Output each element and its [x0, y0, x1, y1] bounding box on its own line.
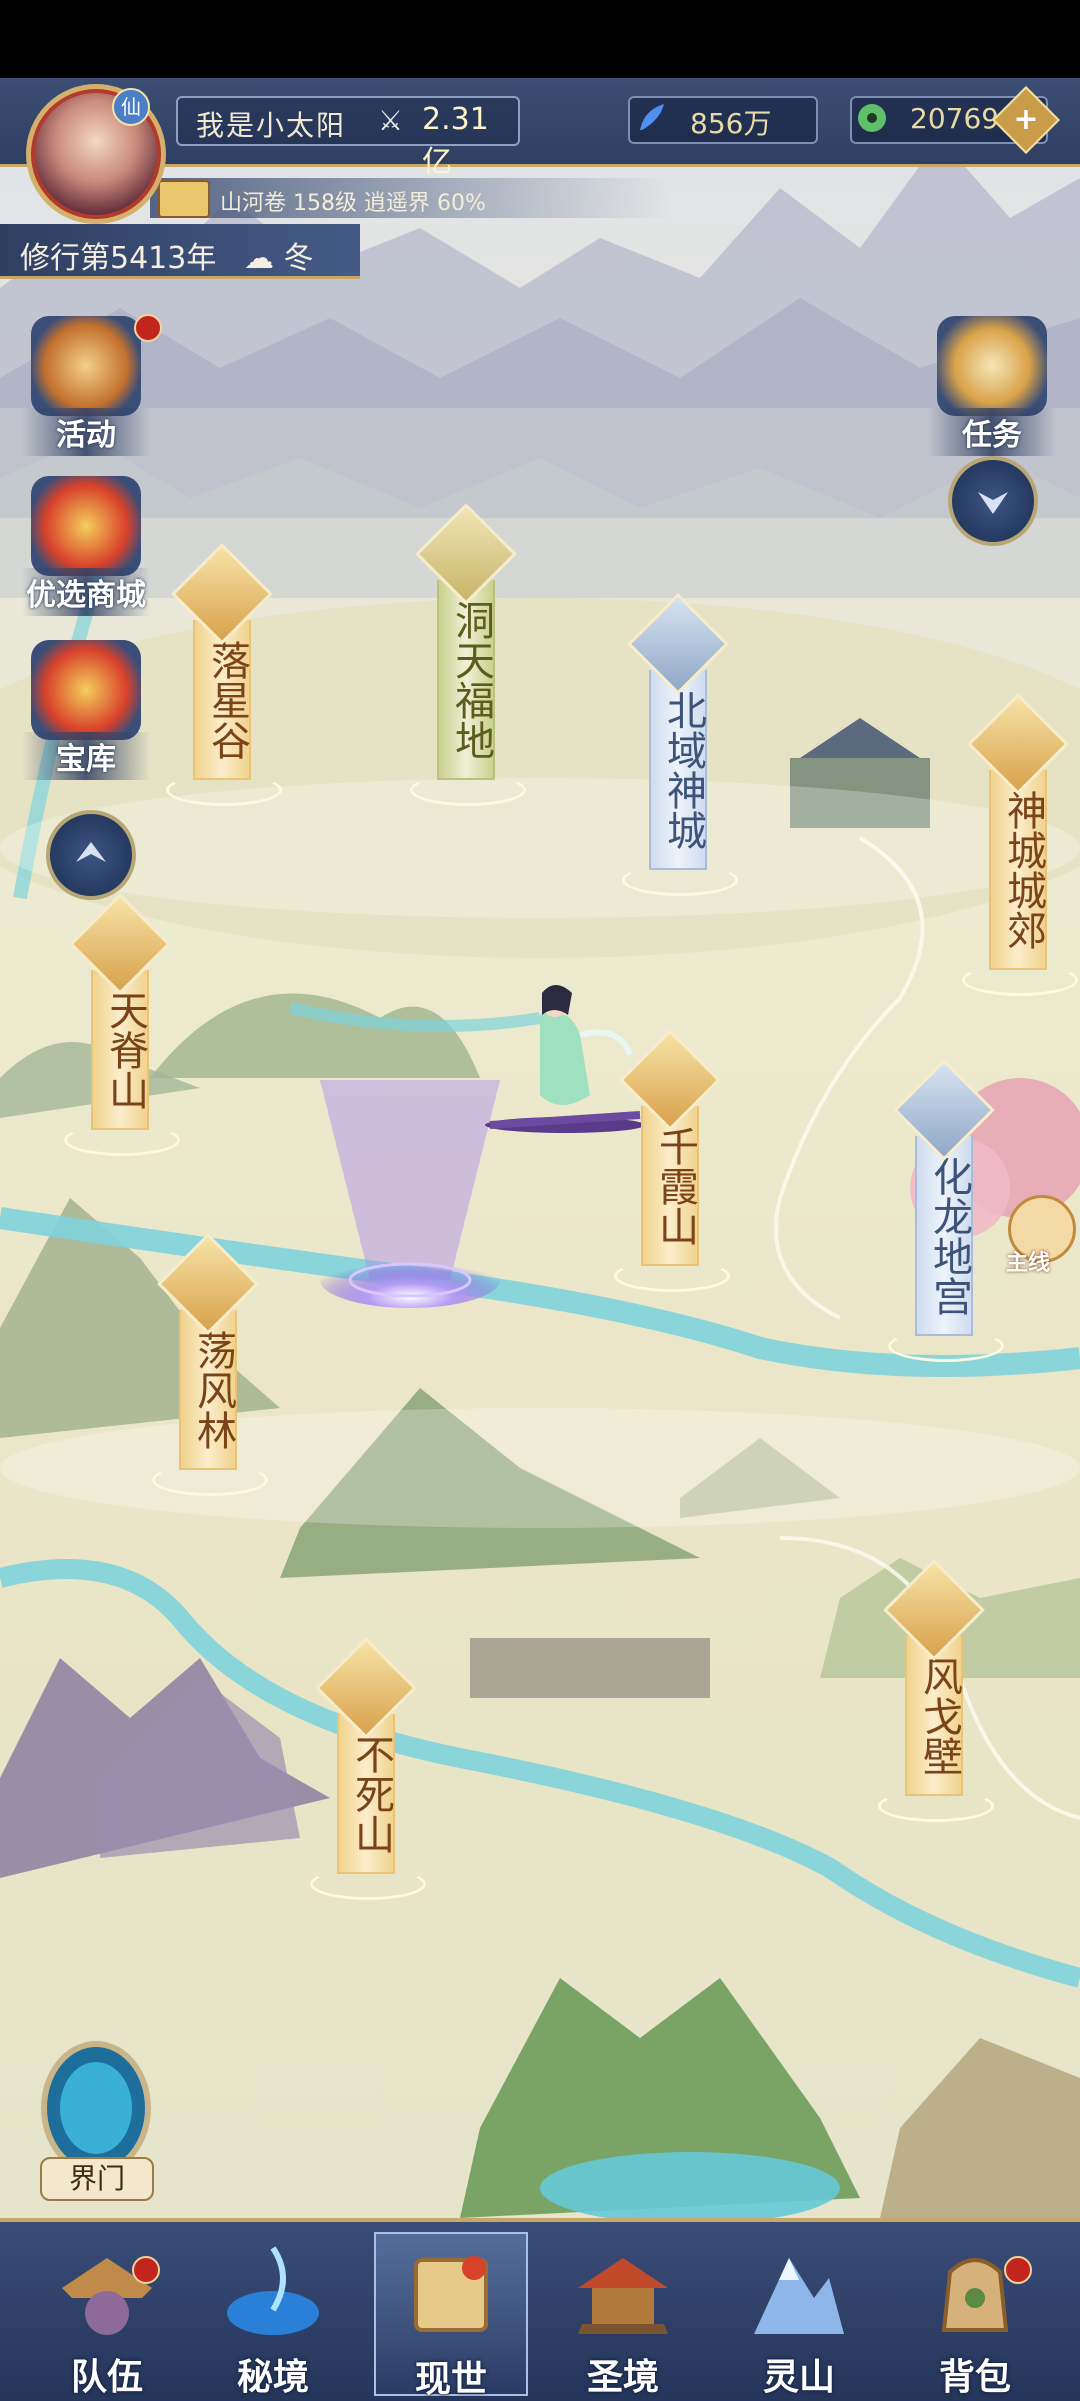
immortal-badge: 仙 [112, 88, 150, 126]
activity-label: 活动 [22, 408, 150, 456]
gift-chest-icon [31, 476, 141, 576]
mainline-quest-marker[interactable]: 主线 [1006, 1195, 1078, 1276]
location-busishan[interactable]: 不死山 [310, 1637, 426, 1900]
nav-world-label: 现世 [414, 2358, 487, 2400]
crossed-swords-icon: ⚔ [378, 104, 404, 137]
location-label: 洞天福地 [437, 580, 495, 780]
cloud-ornament [152, 1464, 268, 1496]
location-hualongdigong[interactable]: 化龙地宫 [888, 1059, 1004, 1362]
location-dangfenglin[interactable]: 荡风林 [152, 1233, 268, 1496]
cloud-ornament [614, 1260, 730, 1292]
pagoda-emblem-icon [893, 1059, 995, 1161]
cloud-ornament [878, 1790, 994, 1822]
mountain-emblem-icon [315, 1637, 417, 1739]
cloud-ornament [166, 774, 282, 806]
scroll-quest-icon [937, 316, 1047, 416]
realm-info: 山河卷 158级 逍遥界 60% [220, 191, 486, 216]
season-label: 冬 [283, 241, 314, 276]
player-name-panel[interactable]: 我是小太阳 ⚔ 2.31亿 [176, 96, 520, 180]
nav-backpack[interactable]: 背包 [900, 2232, 1050, 2398]
cultivation-year-bar: 修行第5413年 ☁ 冬 [0, 224, 360, 279]
cloud-ornament [310, 1868, 426, 1900]
backpack-icon [941, 2258, 1009, 2332]
mountain-emblem-icon [157, 1233, 259, 1335]
shop-label: 优选商城 [22, 568, 150, 616]
nav-secret-realm[interactable]: 秘境 [198, 2232, 348, 2398]
quest-button[interactable]: 任务 [928, 316, 1056, 456]
cloud-ornament [622, 864, 738, 896]
nav-spirit-mountain-label: 灵山 [762, 2356, 835, 2398]
lantern-icon [31, 316, 141, 416]
cloud-ornament [64, 1124, 180, 1156]
world-map-icon [414, 2256, 488, 2332]
jade-currency[interactable]: 20769 + [850, 86, 1060, 154]
nav-holy-realm[interactable]: 圣境 [548, 2232, 698, 2398]
location-label: 神城城郊 [989, 770, 1047, 970]
location-label: 化龙地宫 [915, 1136, 973, 1336]
location-label: 北域神城 [649, 670, 707, 870]
location-luoxinggu[interactable]: 落星谷 [166, 543, 282, 806]
feather-currency[interactable]: 856万 [628, 96, 818, 144]
mountain-emblem-icon [171, 543, 273, 645]
chevron-up-icon [76, 842, 106, 862]
treasury-button[interactable]: 宝库 [22, 640, 150, 780]
notification-dot [134, 314, 162, 342]
treasure-chest-icon [31, 640, 141, 740]
chevron-down-icon [978, 492, 1008, 514]
mountain-emblem-icon [619, 1029, 721, 1131]
star-emblem-icon [415, 503, 517, 605]
snow-cloud-icon: ☁ [244, 241, 274, 276]
nav-world[interactable]: 现世 [374, 2232, 528, 2400]
nav-team-label: 队伍 [70, 2356, 143, 2398]
pagoda-emblem-icon [627, 593, 729, 695]
location-qianxiashan[interactable]: 千霞山 [614, 1029, 730, 1292]
status-bar [0, 0, 1080, 78]
combat-power: 2.31亿 [422, 102, 489, 180]
holy-realm-icon [578, 2258, 668, 2334]
feather-amount: 856万 [690, 107, 772, 140]
player-name: 我是小太阳 [196, 109, 347, 142]
activity-button[interactable]: 活动 [22, 316, 150, 456]
player-character[interactable] [480, 975, 650, 1145]
jade-coin-icon [858, 104, 886, 132]
nav-team[interactable]: 队伍 [32, 2232, 182, 2398]
feather-icon [640, 104, 664, 130]
notification-dot [132, 2256, 160, 2284]
treasury-label: 宝库 [22, 732, 150, 780]
secret-realm-icon [227, 2246, 319, 2335]
season-weather: ☁ 冬 [244, 233, 314, 277]
cultivation-year: 修行第5413年 [20, 241, 217, 276]
location-shenchengchengjiao[interactable]: 神城城郊 [962, 693, 1078, 996]
collapse-menu-button[interactable] [948, 456, 1038, 546]
nav-holy-realm-label: 圣境 [586, 2356, 659, 2398]
realm-info-bar[interactable]: 山河卷 158级 逍遥界 60% [150, 178, 670, 218]
mountain-emblem-icon [883, 1559, 985, 1661]
nav-backpack-label: 背包 [938, 2356, 1011, 2398]
game-screen: 落星谷 洞天福地 北域神城 神城城郊 天脊山 千霞山 化龙地宫 荡风林 不死山 … [0, 0, 1080, 2401]
plus-icon: + [1013, 102, 1039, 137]
notification-dot [1004, 2256, 1032, 2284]
location-fenggebi[interactable]: 风戈壁 [878, 1559, 994, 1822]
world-map[interactable]: 落星谷 洞天福地 北域神城 神城城郊 天脊山 千霞山 化龙地宫 荡风林 不死山 … [0, 78, 1080, 2218]
jade-amount: 20769 [910, 102, 1000, 135]
location-dongtianfudi[interactable]: 洞天福地 [410, 503, 526, 806]
mountain-emblem-icon [69, 893, 171, 995]
nav-secret-realm-label: 秘境 [236, 2356, 309, 2398]
mainline-label: 主线 [1006, 1251, 1051, 1276]
mountain-emblem-icon [967, 693, 1069, 795]
quest-label: 任务 [928, 408, 1056, 456]
cloud-ornament [888, 1330, 1004, 1362]
expand-menu-button[interactable] [46, 810, 136, 900]
location-beiyushencheng[interactable]: 北域神城 [622, 593, 738, 896]
nav-spirit-mountain[interactable]: 灵山 [724, 2232, 874, 2398]
cloud-ornament [410, 774, 526, 806]
team-icon [62, 2258, 152, 2335]
location-tianjishan[interactable]: 天脊山 [64, 893, 180, 1156]
cloud-ornament [962, 964, 1078, 996]
realm-gate-label: 界门 [40, 2157, 154, 2201]
spirit-mountain-icon [754, 2258, 844, 2334]
scroll-icon [158, 180, 210, 218]
shop-button[interactable]: 优选商城 [22, 476, 150, 616]
